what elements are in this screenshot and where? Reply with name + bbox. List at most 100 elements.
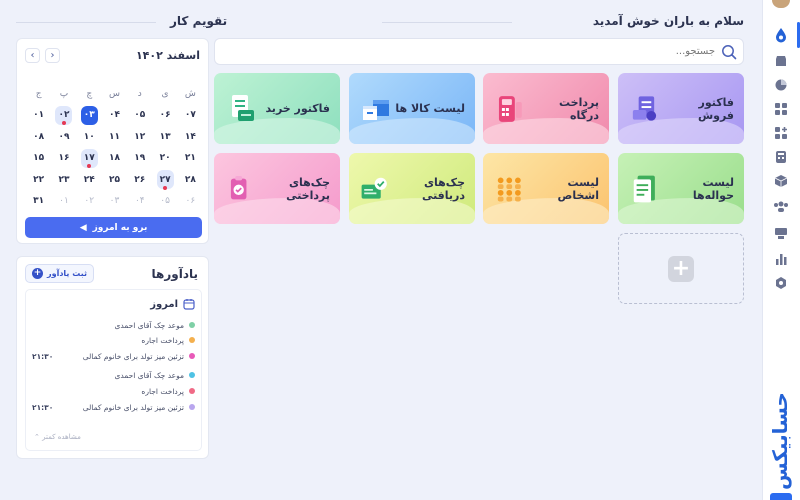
reminder-text: پرداخت اجاره: [141, 386, 184, 396]
sales-invoice-card[interactable]: فاکتور فروش: [618, 73, 744, 144]
sidebar-item-dashboard[interactable]: [772, 100, 790, 118]
sidebar-item-accounting[interactable]: [772, 148, 790, 166]
calendar-day[interactable]: ۲۵: [102, 169, 127, 191]
sidebar-item-modules[interactable]: [772, 124, 790, 142]
calendar-day[interactable]: ۲۷: [152, 169, 177, 191]
received-checks-card[interactable]: چک‌های دریافتی: [349, 153, 475, 224]
goods-list-card[interactable]: لیست کالا ها: [349, 73, 475, 144]
reminder-item[interactable]: تزئین میز تولد برای خانوم کمالی ۲۱:۳۰: [32, 400, 195, 414]
calendar-day[interactable]: ۰۴: [102, 105, 127, 127]
show-less-link[interactable]: مشاهده کمتر ⌃: [34, 433, 81, 441]
calendar-day[interactable]: ۲۱: [178, 148, 203, 170]
calendar-day-today[interactable]: ۰۳: [77, 105, 102, 127]
search-input[interactable]: [515, 46, 715, 57]
calendar-day[interactable]: ۱۶: [51, 148, 76, 170]
search-icon[interactable]: [721, 44, 737, 60]
next-month-button[interactable]: ›: [45, 48, 60, 63]
calendar-day-next-month[interactable]: ۰۴: [127, 191, 152, 213]
sidebar-item-analytics[interactable]: [772, 250, 790, 268]
reminder-item[interactable]: پرداخت اجاره: [32, 384, 195, 398]
sidebar-item-settings[interactable]: [772, 274, 790, 292]
calendar-day[interactable]: ۰۸: [26, 126, 51, 148]
calendar-day-next-month[interactable]: ۰۵: [152, 191, 177, 213]
transfers-list-card[interactable]: لیست حواله‌ها: [618, 153, 744, 224]
calendar-day-next-month[interactable]: ۰۱: [51, 191, 76, 213]
bottom-indicator: [770, 493, 792, 500]
reminder-text: تزئین میز تولد برای خانوم کمالی: [82, 402, 184, 412]
brand-drop-icon: [776, 28, 786, 43]
gateway-payment-card[interactable]: پرداخت درگاه: [483, 73, 609, 144]
users-icon: [774, 201, 788, 212]
calendar-day[interactable]: ۲۶: [127, 169, 152, 191]
plus-icon: +: [668, 255, 694, 282]
weekday-row: ش ی د س چ پ ج: [26, 83, 203, 105]
sidebar-item-home[interactable]: [772, 22, 800, 48]
calendar-day-next-month[interactable]: ۰۳: [102, 191, 127, 213]
calendar-day[interactable]: ۱۴: [178, 126, 203, 148]
sidebar-item-contacts[interactable]: [772, 198, 790, 216]
calendar-day[interactable]: ۱۰: [77, 126, 102, 148]
shop-icon: [776, 56, 786, 66]
calendar-day[interactable]: ۲۴: [77, 169, 102, 191]
reminder-item[interactable]: موعد چک آقای احمدی: [32, 318, 195, 332]
go-to-today-button[interactable]: برو به امروز ◀: [25, 217, 202, 238]
calendar-day[interactable]: ۱۵: [26, 148, 51, 170]
calendar-day[interactable]: ۰۹: [51, 126, 76, 148]
calendar-day[interactable]: ۰۶: [152, 105, 177, 127]
calendar-day[interactable]: ۱۸: [102, 148, 127, 170]
calendar-day[interactable]: ۰۵: [127, 105, 152, 127]
card-label: لیست کالا ها: [395, 102, 465, 115]
card-label: لیست اشخاص: [557, 175, 599, 202]
calendar-day[interactable]: ۳۱: [26, 191, 51, 213]
reminder-day-header: امروز: [150, 298, 195, 310]
sidebar-item-reports[interactable]: [772, 76, 790, 94]
calendar-day[interactable]: ۱۱: [102, 126, 127, 148]
chart-pie-icon: [775, 79, 787, 91]
add-shortcut-tile[interactable]: +: [618, 233, 744, 304]
sidebar-item-shop[interactable]: [772, 52, 790, 70]
weekday: س: [109, 88, 121, 99]
reminder-item[interactable]: پرداخت اجاره: [32, 333, 195, 347]
calendar-day-next-month[interactable]: ۰۲: [77, 191, 102, 213]
calendar-day[interactable]: ۱۳: [152, 126, 177, 148]
calendar-week: ۱۴ ۱۳ ۱۲ ۱۱ ۱۰ ۰۹ ۰۸: [26, 126, 203, 148]
purchase-invoice-card[interactable]: فاکتور خرید: [214, 73, 340, 144]
paid-checks-card[interactable]: چک‌های پرداختی: [214, 153, 340, 224]
card-label: لیست حواله‌ها: [692, 175, 734, 202]
purchase-invoice-icon: [232, 94, 254, 121]
calendar-day[interactable]: ۲۲: [26, 169, 51, 191]
sidebar-item-transfers[interactable]: [772, 224, 790, 242]
calendar-day[interactable]: ۱۷: [77, 148, 102, 170]
reminders-title: یادآورها: [151, 267, 198, 281]
bullet-icon: [189, 337, 195, 343]
people-list-card[interactable]: لیست اشخاص: [483, 153, 609, 224]
calendar-week: ۰۶ ۰۵ ۰۴ ۰۳ ۰۲ ۰۱ ۳۱: [26, 191, 203, 213]
card-label: چک‌های پرداختی: [286, 175, 330, 202]
main-content: سلام به باران خوش آمدید فاکتور فروش پردا…: [214, 0, 744, 500]
card-label: فاکتور فروش: [697, 95, 734, 122]
sidebar: حسابیکس: [762, 0, 800, 500]
reminder-text: موعد چک آقای احمدی: [114, 370, 185, 380]
event-dot: [61, 121, 66, 125]
reminder-item[interactable]: موعد چک آقای احمدی: [32, 368, 195, 382]
reminder-item[interactable]: تزئین میز تولد برای خانوم کمالی ۲۱:۳۰: [32, 349, 195, 363]
bullet-icon: [189, 372, 195, 378]
calendar-day[interactable]: ۱۲: [127, 126, 152, 148]
calendar-day[interactable]: ۰۱: [26, 105, 51, 127]
weekday: د: [137, 88, 142, 99]
sidebar-item-inventory[interactable]: [772, 172, 790, 190]
reminders-panel: یادآورها ثبت یادآور + امروز موعد چک آقای…: [16, 256, 209, 459]
calendar-day[interactable]: ۲۳: [51, 169, 76, 191]
chevron-left-icon: ‹: [30, 50, 35, 61]
prev-month-button[interactable]: ‹: [25, 48, 40, 63]
calendar-day[interactable]: ۰۲: [51, 105, 76, 127]
avatar[interactable]: [772, 0, 790, 8]
calendar-day[interactable]: ۲۰: [152, 148, 177, 170]
calendar-day-next-month[interactable]: ۰۶: [178, 191, 203, 213]
calendar-day[interactable]: ۱۹: [127, 148, 152, 170]
calendar-day[interactable]: ۲۸: [178, 169, 203, 191]
chevron-right-icon: ›: [50, 50, 55, 61]
add-reminder-button[interactable]: ثبت یادآور +: [25, 264, 94, 283]
calendar-day[interactable]: ۰۷: [178, 105, 203, 127]
brand-logo: حسابیکس: [768, 392, 792, 490]
